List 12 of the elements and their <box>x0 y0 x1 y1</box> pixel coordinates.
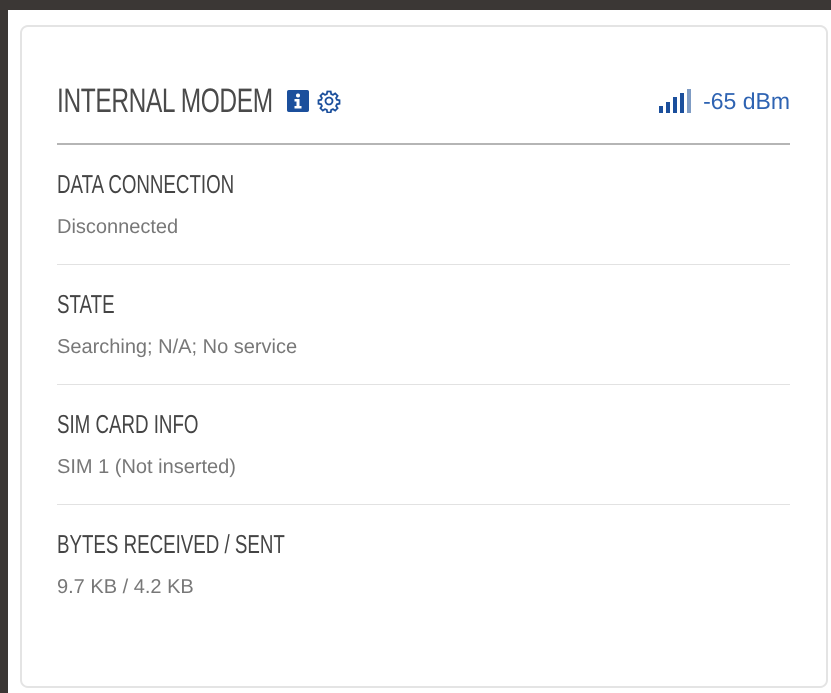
field-label: BYTES RECEIVED / SENT <box>57 528 286 561</box>
signal-strength: -65 dBm <box>703 88 790 114</box>
field-value: 9.7 KB / 4.2 KB <box>57 575 195 599</box>
field-label: STATE <box>57 288 116 321</box>
info-icon[interactable] <box>286 90 309 112</box>
field-value: Disconnected <box>57 215 180 239</box>
settings-icon[interactable] <box>316 89 341 113</box>
field-label: DATA CONNECTION <box>57 168 236 201</box>
field-value: Searching; N/A; No service <box>57 335 298 359</box>
field-label: SIM CARD INFO <box>57 408 200 441</box>
card-title: INTERNAL MODEM <box>57 81 273 122</box>
field-value: SIM 1 (Not inserted) <box>57 455 237 479</box>
